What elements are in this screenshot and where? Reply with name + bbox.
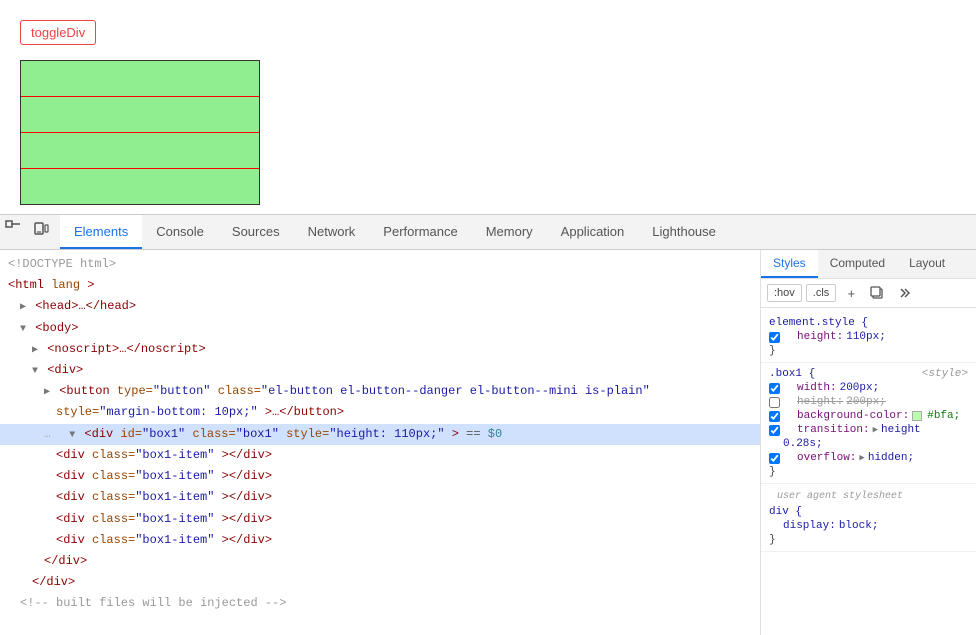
ua-label: user agent stylesheet xyxy=(769,488,968,505)
html-close-div-outer[interactable]: </div> xyxy=(0,572,760,593)
devtools-panel: Elements Console Sources Network Perform… xyxy=(0,215,976,635)
prop-height-inline-checkbox[interactable] xyxy=(769,332,780,343)
html-doctype[interactable]: <!DOCTYPE html> xyxy=(0,254,760,275)
html-box1-item-2[interactable]: <div class="box1-item" ></div> xyxy=(0,466,760,487)
html-element[interactable]: <html lang > xyxy=(0,275,760,296)
box1-row-3 xyxy=(21,133,259,169)
tab-performance[interactable]: Performance xyxy=(369,215,471,249)
box1-row-4 xyxy=(21,169,259,204)
html-body[interactable]: ▼ <body> xyxy=(0,318,760,339)
prop-height-checkbox[interactable] xyxy=(769,397,780,408)
add-style-button[interactable]: + xyxy=(840,282,862,304)
html-noscript[interactable]: ▶ <noscript>…</noscript> xyxy=(0,339,760,360)
html-box1-div[interactable]: … ▼ <div id="box1" class="box1" style="h… xyxy=(0,424,760,446)
tab-layout[interactable]: Layout xyxy=(897,250,957,278)
styles-panel: Styles Computed Layout :hov .cls + xyxy=(761,250,976,635)
tab-styles[interactable]: Styles xyxy=(761,250,818,278)
tab-memory[interactable]: Memory xyxy=(472,215,547,249)
tab-network[interactable]: Network xyxy=(294,215,370,249)
toggle-div-button[interactable]: toggleDiv xyxy=(20,20,96,45)
copy-style-button[interactable] xyxy=(866,282,888,304)
tab-lighthouse[interactable]: Lighthouse xyxy=(638,215,730,249)
box1-visual xyxy=(20,60,260,205)
tab-sources[interactable]: Sources xyxy=(218,215,294,249)
tab-elements[interactable]: Elements xyxy=(60,215,142,249)
box1-row-2 xyxy=(21,97,259,133)
tab-console[interactable]: Console xyxy=(142,215,218,249)
preview-area: toggleDiv xyxy=(0,0,976,215)
tab-computed[interactable]: Computed xyxy=(818,250,897,278)
html-box1-item-4[interactable]: <div class="box1-item" ></div> xyxy=(0,509,760,530)
html-close-div-box1[interactable]: </div> xyxy=(0,551,760,572)
html-box1-item-5[interactable]: <div class="box1-item" ></div> xyxy=(0,530,760,551)
inspect-icon-btn[interactable] xyxy=(0,215,26,241)
cls-button[interactable]: .cls xyxy=(806,284,837,302)
more-style-button[interactable] xyxy=(892,282,914,304)
prop-width-checkbox[interactable] xyxy=(769,383,780,394)
html-button[interactable]: ▶ <button type="button" class="el-button… xyxy=(0,381,760,402)
html-box1-item-3[interactable]: <div class="box1-item" ></div> xyxy=(0,487,760,508)
devtools-main: <!DOCTYPE html> <html lang > ▶ <head>…</… xyxy=(0,250,976,635)
styles-toolbar: :hov .cls + xyxy=(761,279,976,308)
style-rule-box1: .box1 { <style> width: 200px; height: 20… xyxy=(761,363,976,484)
prop-transition-checkbox[interactable] xyxy=(769,425,780,436)
html-button-style[interactable]: style="margin-bottom: 10px;" >…</button> xyxy=(0,402,760,423)
prop-overflow-checkbox[interactable] xyxy=(769,453,780,464)
style-rule-ua: user agent stylesheet div { display: blo… xyxy=(761,484,976,552)
device-mode-icon-btn[interactable] xyxy=(28,215,54,241)
bgcolor-swatch[interactable] xyxy=(912,411,922,421)
devtools-tabs: Elements Console Sources Network Perform… xyxy=(0,215,976,250)
hov-button[interactable]: :hov xyxy=(767,284,802,302)
html-comment-inject[interactable]: <!-- built files will be injected --> xyxy=(0,593,760,614)
styles-content[interactable]: element.style { height: 110px; } .box1 { xyxy=(761,308,976,635)
box1-row-1 xyxy=(21,61,259,97)
styles-tabs-row: Styles Computed Layout xyxy=(761,250,976,279)
style-rule-element: element.style { height: 110px; } xyxy=(761,312,976,363)
html-head[interactable]: ▶ <head>…</head> xyxy=(0,296,760,317)
html-div-outer[interactable]: ▼ <div> xyxy=(0,360,760,381)
tab-application[interactable]: Application xyxy=(547,215,639,249)
elements-panel[interactable]: <!DOCTYPE html> <html lang > ▶ <head>…</… xyxy=(0,250,761,635)
html-box1-item-1[interactable]: <div class="box1-item" ></div> xyxy=(0,445,760,466)
prop-bgcolor-checkbox[interactable] xyxy=(769,411,780,422)
